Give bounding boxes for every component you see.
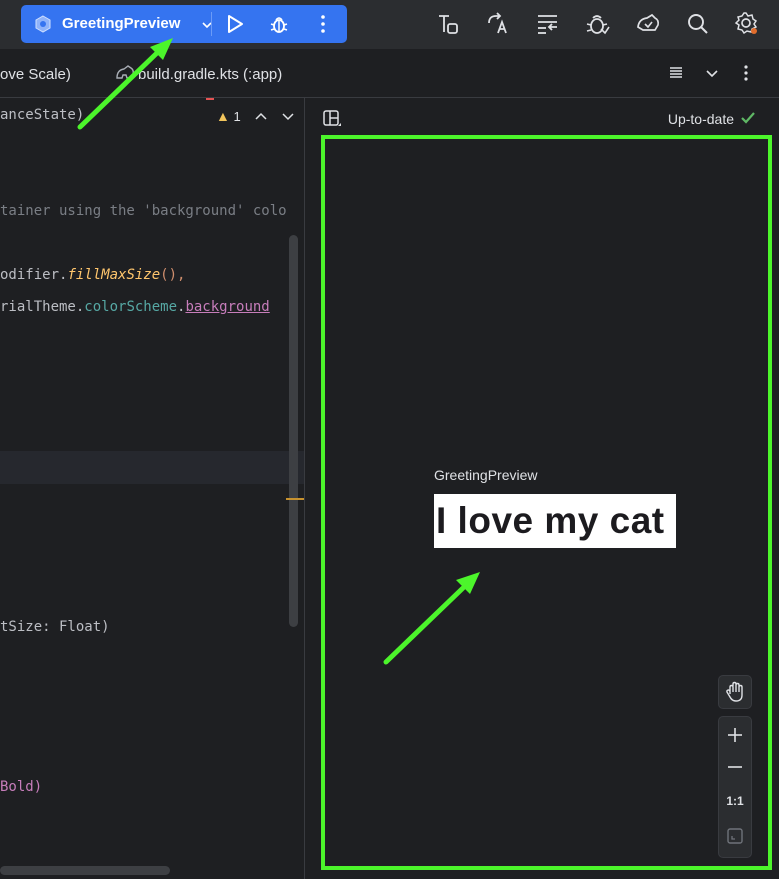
plus-icon [728,728,742,742]
zoom-controls: 1:1 [718,716,752,858]
debug-button[interactable] [266,12,292,36]
list-icon[interactable] [666,63,686,83]
code-line: Bold) [0,779,43,795]
error-stripe-mark [206,98,214,100]
warning-icon: ▲ [216,108,230,124]
rendered-text: I love my cat [436,500,665,541]
run-icon [228,15,243,33]
build-variants-icon[interactable] [435,11,461,37]
compose-preview-panel: Up-to-date GreetingPreview I love my cat… [306,98,779,879]
run-config-widget: GreetingPreview [21,5,347,43]
zoom-actual-size-button[interactable]: 1:1 [719,785,751,817]
layout-icon[interactable] [322,109,342,129]
settings-icon[interactable] [734,11,760,37]
chevron-down-icon[interactable] [702,63,722,83]
zoom-out-button[interactable] [719,751,751,783]
code-line: rialTheme.colorScheme.background [0,299,270,315]
check-icon [741,112,755,124]
profiler-icon[interactable] [535,11,561,37]
run-button[interactable] [222,12,248,36]
gradle-icon [116,65,134,79]
code-editor[interactable]: anceState) ▲ 1 tainer using the 'backgro… [0,98,305,879]
code-line: tSize: Float) [0,619,110,635]
more-actions-button[interactable] [310,12,336,36]
fit-screen-icon [727,828,743,844]
vertical-scrollbar[interactable] [289,235,298,627]
debug-icon [270,17,288,33]
preview-composable-name: GreetingPreview [434,467,538,483]
hand-icon [726,681,743,702]
current-line-highlight [0,451,304,484]
main-toolbar: GreetingPreview [0,0,779,49]
chevron-up-icon[interactable] [253,108,269,124]
code-line: tainer using the 'background' colo [0,203,287,219]
change-marker [286,498,304,500]
translate-icon[interactable] [485,11,511,37]
run-config-selector[interactable]: GreetingPreview [21,5,212,43]
zoom-to-fit-button[interactable] [719,820,751,852]
editor-tab-bar: ove Scale) build.gradle.kts (:app) [0,49,779,98]
pan-button[interactable] [718,675,752,709]
more-vertical-icon [321,15,325,33]
warning-count: 1 [233,109,241,124]
zoom-in-button[interactable] [719,719,751,751]
code-line: anceState) [0,107,85,123]
compose-preview-icon [35,15,51,33]
search-icon[interactable] [685,11,711,37]
minus-icon [728,766,742,768]
chevron-down-icon[interactable] [280,108,296,124]
inspection-widget[interactable]: ▲ 1 [216,108,241,124]
zoom-reset-label: 1:1 [726,794,744,808]
code-line: odifier.fillMaxSize(), [0,267,186,283]
device-manager-icon[interactable] [635,11,661,37]
run-config-divider [211,12,212,36]
horizontal-scrollbar[interactable] [0,866,170,875]
tab-build-gradle[interactable]: build.gradle.kts (:app) [138,66,282,83]
run-config-label: GreetingPreview [62,15,181,32]
rendered-preview[interactable]: I love my cat [434,494,676,548]
app-inspection-icon[interactable] [585,11,611,37]
preview-status: Up-to-date [667,111,734,127]
tab-main-activity[interactable]: ove Scale) [0,66,71,83]
more-vertical-icon[interactable] [736,63,756,83]
